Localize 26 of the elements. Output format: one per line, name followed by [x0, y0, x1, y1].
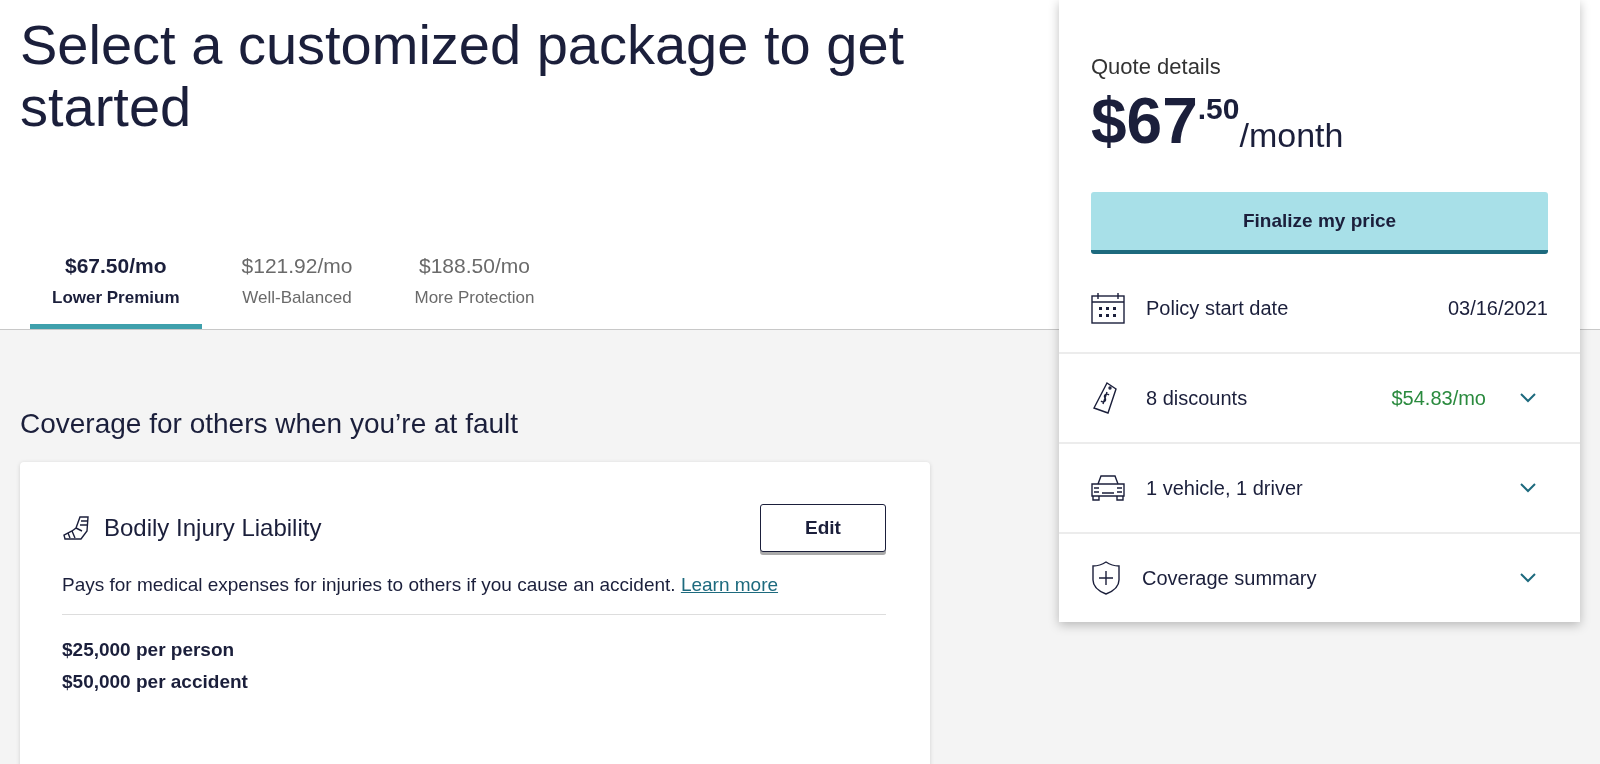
edit-button[interactable]: Edit — [760, 504, 886, 552]
row-label: 1 vehicle, 1 driver — [1146, 476, 1303, 500]
package-tab[interactable]: $67.50/mo Lower Premium — [30, 254, 202, 329]
package-tab[interactable]: $188.50/mo More Protection — [392, 254, 557, 329]
price-dollars: $67 — [1091, 86, 1198, 156]
finalize-button[interactable]: Finalize my price — [1091, 192, 1548, 254]
row-value: $54.83/mo — [1391, 386, 1486, 410]
calendar-icon — [1091, 292, 1125, 324]
section-heading: Coverage for others when you’re at fault — [20, 408, 520, 440]
coverage-limit: $50,000 per accident — [62, 671, 249, 693]
row-value: 03/16/2021 — [1447, 296, 1548, 320]
row-label: 8 discounts — [1146, 386, 1248, 410]
row-label: Policy start date — [1146, 296, 1289, 320]
price-unit: /month — [1239, 116, 1344, 155]
row-label: Coverage summary — [1142, 566, 1317, 590]
coverage-limit: $25,000 per person — [62, 639, 236, 661]
car-icon — [1091, 474, 1125, 502]
coverage-title: Bodily Injury Liability — [104, 514, 322, 542]
price-cents: .50 — [1197, 92, 1240, 125]
bandaged-foot-icon — [62, 515, 92, 541]
learn-more-link[interactable]: Learn more — [680, 574, 779, 595]
page-heading: Select a customized package to get started — [20, 14, 906, 138]
coverage-description: Pays for medical expenses for injuries to others if you cause an accident. Learn more — [62, 574, 780, 596]
shield-plus-icon — [1091, 561, 1121, 595]
quote-title: Quote details — [1090, 53, 1222, 80]
package-tab[interactable]: $121.92/mo Well-Balanced — [219, 254, 375, 329]
